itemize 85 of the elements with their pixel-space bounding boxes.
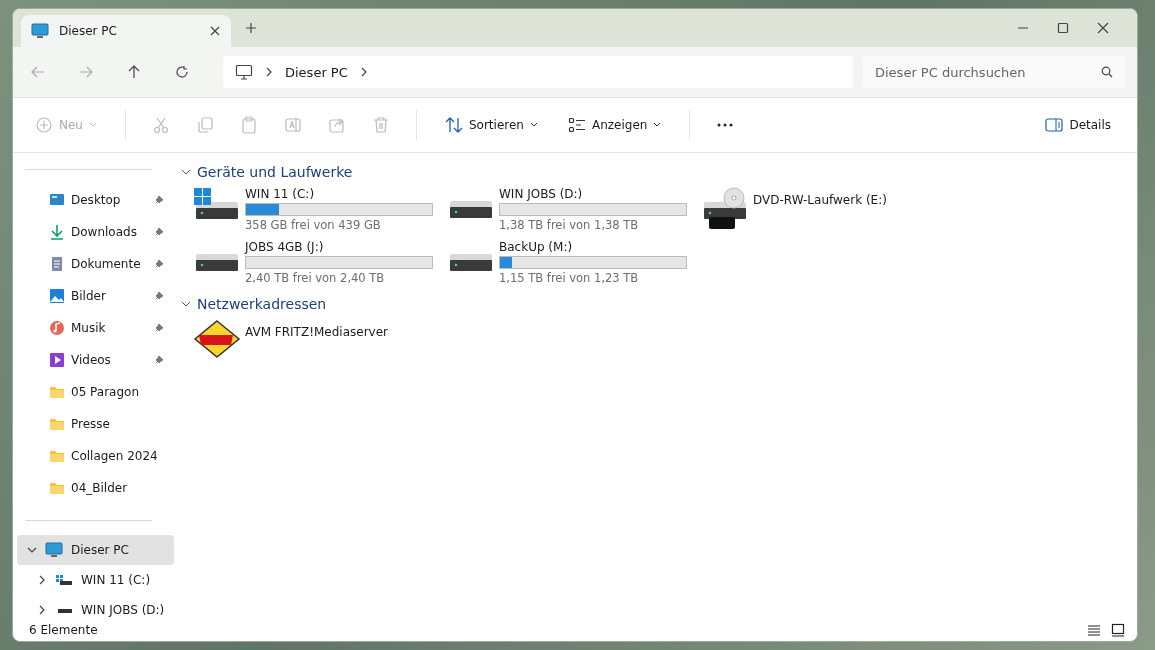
windows-drive-icon — [193, 187, 241, 221]
drive-name: JOBS 4GB (J:) — [245, 240, 325, 254]
monitor-icon — [45, 542, 63, 558]
up-icon[interactable] — [127, 65, 141, 79]
drive-tile[interactable]: JOBS 4GB (J:) 2,40 TB frei von 2,40 TB — [193, 240, 447, 285]
drive-tile[interactable]: WIN 11 (C:) 358 GB frei von 439 GB — [193, 187, 447, 232]
tree-item[interactable]: WIN JOBS (D:) — [17, 595, 174, 625]
caret-icon — [529, 122, 538, 128]
sidebar-item[interactable]: Videos — [17, 344, 174, 376]
close-icon[interactable] — [1097, 22, 1109, 34]
desktop-icon — [49, 192, 65, 208]
folder-icon — [49, 480, 65, 496]
chevron-icon[interactable] — [359, 67, 368, 77]
tree-item[interactable]: WIN 11 (C:) — [17, 565, 174, 595]
search-field[interactable]: Dieser PC durchsuchen — [863, 56, 1125, 88]
drive-name: BackUp (M:) — [499, 240, 574, 254]
drive-tile[interactable]: WIN JOBS (D:) 1,38 TB frei von 1,38 TB — [447, 187, 701, 232]
tree-item[interactable]: Dieser PC — [17, 535, 174, 565]
view-button[interactable]: Anzeigen — [565, 112, 664, 138]
video-icon — [49, 352, 65, 368]
music-icon — [49, 320, 65, 336]
sidebar-item[interactable]: Dokumente — [17, 248, 174, 280]
back-icon[interactable] — [31, 65, 45, 79]
search-icon — [1101, 66, 1113, 78]
close-icon[interactable] — [209, 25, 221, 37]
group-header[interactable]: Geräte und Laufwerke — [181, 161, 1127, 183]
sidebar-item[interactable]: 04_Bilder — [17, 472, 174, 504]
add-tab-icon[interactable] — [245, 22, 257, 34]
drive-tile[interactable]: DVD-RW-Laufwerk (E:) — [701, 187, 955, 232]
monitor-icon — [31, 23, 49, 39]
sort-icon — [444, 116, 463, 134]
sidebar-item[interactable]: Collagen 2024 — [17, 440, 174, 472]
folder-icon — [49, 384, 65, 400]
drive-name: WIN 11 (C:) — [245, 187, 316, 201]
free-space-text: 358 GB frei von 439 GB — [245, 218, 382, 232]
drive-icon — [450, 254, 492, 271]
chevron-icon — [181, 167, 191, 177]
drive-name: AVM FRITZ!Mediaserver — [245, 325, 388, 339]
plus-circle-icon — [35, 116, 53, 134]
refresh-icon[interactable] — [175, 65, 189, 79]
drive-icon — [196, 254, 238, 271]
image-icon — [49, 288, 65, 304]
document-icon — [49, 256, 65, 272]
chevron-icon — [265, 67, 273, 77]
caret-icon — [88, 122, 97, 128]
forward-icon[interactable] — [79, 65, 93, 79]
sort-button[interactable]: Sortieren — [442, 112, 540, 138]
folder-icon — [49, 448, 65, 464]
free-space-text: 1,38 TB frei von 1,38 TB — [499, 218, 640, 232]
view-icon — [567, 116, 586, 134]
chevron-icon — [37, 575, 47, 585]
address-field[interactable]: Dieser PC — [223, 56, 853, 88]
group-header[interactable]: Netzwerkadressen — [181, 293, 1127, 315]
breadcrumb[interactable]: Dieser PC — [285, 64, 348, 80]
warning-sign-icon — [193, 319, 241, 359]
details-button[interactable]: Details — [1043, 114, 1113, 136]
tab[interactable]: Dieser PC — [21, 15, 231, 47]
chevron-icon — [181, 299, 191, 309]
free-space-text: 1,15 TB frei von 1,23 TB — [499, 271, 640, 285]
tab-title: Dieser PC — [59, 24, 118, 38]
details-view-icon[interactable] — [1087, 623, 1101, 637]
download-icon — [49, 224, 65, 240]
sidebar-item[interactable]: Downloads — [17, 216, 174, 248]
chevron-icon — [27, 545, 37, 555]
maximize-icon[interactable] — [1057, 22, 1069, 34]
sidebar-item[interactable]: Desktop — [17, 184, 174, 216]
sidebar-item[interactable]: Bilder — [17, 280, 174, 312]
sidebar-item[interactable]: 05 Paragon — [17, 376, 174, 408]
drive-name: DVD-RW-Laufwerk (E:) — [753, 193, 887, 207]
drive-icon — [450, 201, 492, 218]
dvd-drive-icon — [701, 187, 749, 231]
item-count: 6 Elemente — [29, 623, 98, 637]
free-space-text: 2,40 TB frei von 2,40 TB — [245, 271, 386, 285]
panel-icon — [1045, 118, 1064, 132]
caret-icon — [653, 122, 662, 128]
drive-icon — [55, 574, 73, 586]
tiles-view-icon[interactable] — [1111, 623, 1125, 637]
monitor-icon — [235, 64, 253, 80]
drive-name: WIN JOBS (D:) — [499, 187, 584, 201]
chevron-icon — [37, 605, 47, 615]
drive-tile[interactable]: BackUp (M:) 1,15 TB frei von 1,23 TB — [447, 240, 701, 285]
sidebar-item[interactable]: Musik — [17, 312, 174, 344]
folder-icon — [49, 416, 65, 432]
sidebar-item[interactable]: Presse — [17, 408, 174, 440]
drive-tile[interactable]: AVM FRITZ!Mediaserver — [193, 319, 447, 359]
